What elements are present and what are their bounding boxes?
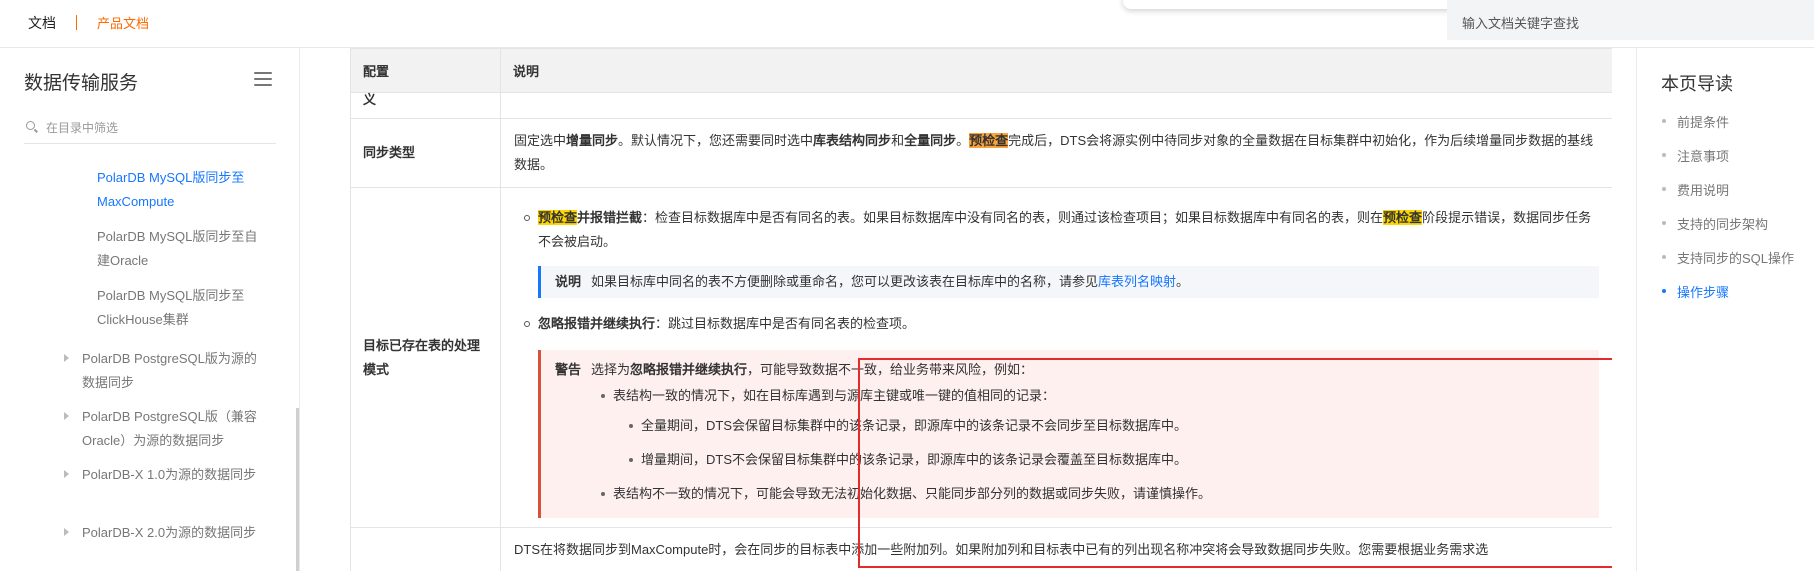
header-config: 配置 <box>350 48 501 93</box>
target-mode-key: 目标已存在表的处理模式 <box>350 187 501 528</box>
sidebar-item-polardb-x-1[interactable]: PolarDB-X 1.0为源的数据同步 <box>64 463 267 487</box>
header-desc: 说明 <box>500 48 1612 93</box>
option-ignore-errors: 忽略报错并继续执行：跳过目标数据库中是否有同名表的检查项。 <box>514 312 1599 336</box>
table-row-sync-type: 同步类型 固定选中增量同步。默认情况下，您还需要同时选中库表结构同步和全量同步。… <box>350 118 1612 188</box>
sidebar-item-polardb-x-2[interactable]: PolarDB-X 2.0为源的数据同步 <box>64 521 267 545</box>
target-mode-desc: 预检查并报错拦截：检查目标数据库中是否有同名的表。如果目标数据库中没有同名的表，… <box>500 187 1612 528</box>
sidebar-item-label: PolarDB PostgreSQL版为源的数据同步 <box>82 351 257 390</box>
sidebar-item-polardb-mysql-maxcompute[interactable]: PolarDB MySQL版同步至MaxCompute <box>97 166 267 214</box>
toc-item-prerequisites[interactable]: 前提条件 <box>1661 112 1729 131</box>
list-item: 表结构不一致的情况下，可能会导致无法初始化数据、只能同步部分列的数据或同步失败，… <box>599 482 1585 506</box>
list-item: 全量期间，DTS会保留目标集群中的该条记录，即源库中的该条记录不会同步至目标数据… <box>627 414 1585 438</box>
sidebar-scrollbar[interactable] <box>296 408 299 571</box>
table-row-target-mode: 目标已存在表的处理模式 预检查并报错拦截：检查目标数据库中是否有同名的表。如果目… <box>350 187 1612 528</box>
toc-item-procedure[interactable]: 操作步骤 <box>1661 282 1729 301</box>
table-row: DTS在将数据同步到MaxCompute时，会在同步的目标表中添加一些附加列。如… <box>350 527 1612 571</box>
sidebar-item-polardb-mysql-clickhouse[interactable]: PolarDB MySQL版同步至ClickHouse集群 <box>97 284 267 332</box>
expand-arrow-icon[interactable] <box>64 354 69 362</box>
list-item: 增量期间，DTS不会保留目标集群中的该条记录，即源库中的该条记录会覆盖至目标数据… <box>627 448 1585 472</box>
top-bar: 文档 产品文档 输入文档关键字查找 <box>0 0 1814 48</box>
left-sidebar: 数据传输服务 在目录中筛选 PolarDB MySQL版同步至MaxComput… <box>0 48 300 571</box>
sidebar-item-polardb-postgresql-oracle[interactable]: PolarDB PostgreSQL版（兼容Oracle）为源的数据同步 <box>64 405 267 453</box>
sidebar-title: 数据传输服务 <box>24 73 139 94</box>
toc-item-sql-operations[interactable]: 支持同步的SQL操作 <box>1661 248 1794 267</box>
note-box: 说明 如果目标库中同名的表不方便删除或重命名，您可以更改该表在目标库中的名称，请参… <box>538 266 1599 298</box>
sync-type-key: 同步类型 <box>350 118 501 188</box>
catalog-filter-placeholder: 在目录中筛选 <box>46 121 119 135</box>
brand-divider <box>76 15 77 30</box>
expand-arrow-icon[interactable] <box>64 412 69 420</box>
toc-item-billing[interactable]: 费用说明 <box>1661 180 1729 199</box>
sidebar-item-label: PolarDB-X 2.0为源的数据同步 <box>82 525 257 540</box>
doc-search-placeholder: 输入文档关键字查找 <box>1462 16 1580 31</box>
table-column-mapping-link[interactable]: 库表列名映射 <box>1098 274 1176 289</box>
sidebar-item-label: PolarDB PostgreSQL版（兼容Oracle）为源的数据同步 <box>82 409 257 448</box>
docs-brand-link[interactable]: 文档 <box>28 13 56 33</box>
toc-title: 本页导读 <box>1661 74 1733 94</box>
config-table: 配置 说明 义 同步类型 固定选中增量同步。默认情况下，您还需要同时选中库表结构… <box>350 48 1612 571</box>
cut-off-key: 义 <box>350 92 501 119</box>
page-toc: 本页导读 前提条件 注意事项 费用说明 支持的同步架构 支持同步的SQL操作 操… <box>1636 48 1814 571</box>
warning-box: 警告 选择为忽略报错并继续执行，可能导致数据不一致，给业务带来风险，例如： 表结构… <box>538 350 1599 518</box>
toc-item-notes[interactable]: 注意事项 <box>1661 146 1729 165</box>
sidebar-item-polardb-postgresql[interactable]: PolarDB PostgreSQL版为源的数据同步 <box>64 347 267 395</box>
search-icon <box>26 121 35 130</box>
toc-item-architectures[interactable]: 支持的同步架构 <box>1661 214 1768 233</box>
table-row: 义 <box>350 92 1612 119</box>
expand-arrow-icon[interactable] <box>64 528 69 536</box>
option-precheck: 预检查并报错拦截：检查目标数据库中是否有同名的表。如果目标数据库中没有同名的表，… <box>514 206 1599 254</box>
sidebar-item-polardb-mysql-oracle[interactable]: PolarDB MySQL版同步至自建Oracle <box>97 225 267 273</box>
expand-arrow-icon[interactable] <box>64 470 69 478</box>
catalog-filter-input[interactable]: 在目录中筛选 <box>24 114 276 144</box>
sidebar-item-label: PolarDB-X 1.0为源的数据同步 <box>82 467 257 482</box>
table-header-row: 配置 说明 <box>350 48 1612 93</box>
doc-search-input[interactable]: 输入文档关键字查找 <box>1447 0 1814 40</box>
main-content: 配置 说明 义 同步类型 固定选中增量同步。默认情况下，您还需要同时选中库表结构… <box>350 48 1612 571</box>
additional-columns-desc: DTS在将数据同步到MaxCompute时，会在同步的目标表中添加一些附加列。如… <box>500 527 1612 571</box>
menu-icon[interactable] <box>254 72 272 86</box>
product-docs-link[interactable]: 产品文档 <box>97 13 149 32</box>
list-item: 表结构一致的情况下，如在目标库遇到与源库主键或唯一键的值相同的记录： <box>599 384 1585 408</box>
sync-type-desc: 固定选中增量同步。默认情况下，您还需要同时选中库表结构同步和全量同步。预检查完成… <box>500 118 1612 188</box>
